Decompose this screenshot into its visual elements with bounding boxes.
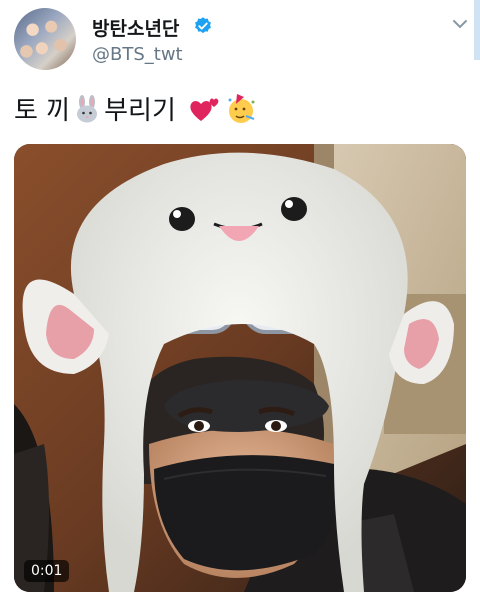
partying-face-icon (224, 92, 258, 126)
author-name[interactable]: 방탄소년단 (92, 14, 179, 41)
tweet-text-part2: 부리기 (104, 96, 176, 126)
video-thumbnail (14, 144, 466, 592)
verified-badge-icon (195, 17, 211, 34)
chevron-down-icon[interactable] (452, 18, 468, 30)
tweet-text: 토 끼 부리기 (14, 90, 258, 127)
author-handle[interactable]: @BTS_twt (92, 44, 183, 65)
profile-avatar[interactable] (14, 8, 76, 70)
video-duration-badge: 0:01 (24, 560, 70, 582)
tweet-text-part1: 토 끼 (14, 96, 71, 126)
rabbit-face-icon (72, 94, 102, 124)
two-hearts-icon (188, 94, 222, 124)
scrollbar[interactable] (474, 0, 480, 60)
video-player[interactable]: 0:01 (14, 144, 466, 592)
